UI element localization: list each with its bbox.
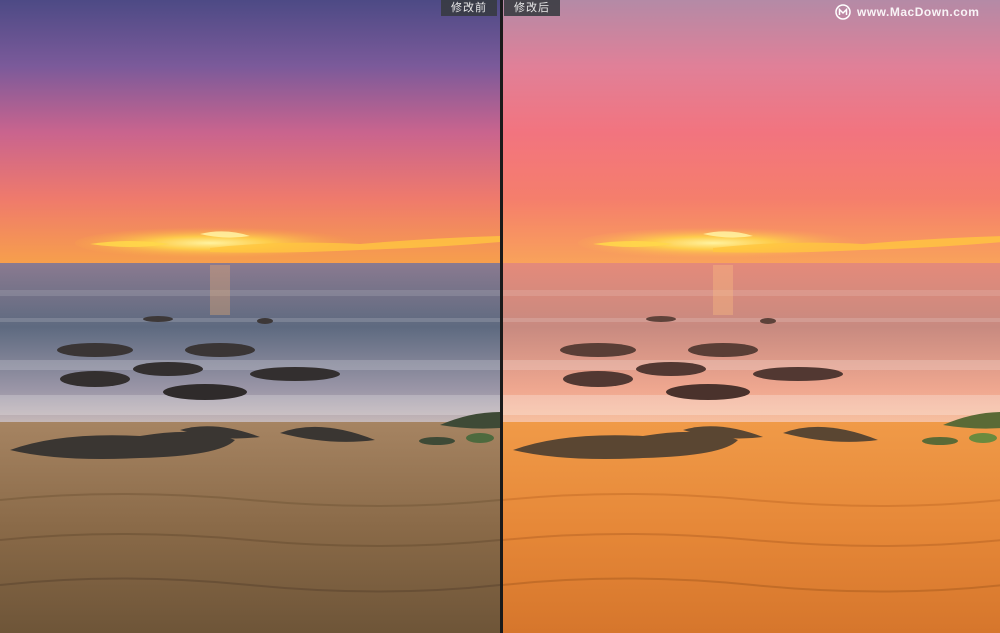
watermark-text: www.MacDown.com xyxy=(857,5,980,19)
before-after-comparison: 修改前 修改后 www.MacDown.com xyxy=(0,0,1000,633)
after-label: 修改后 xyxy=(504,0,560,16)
before-label: 修改前 xyxy=(441,0,497,16)
before-photo xyxy=(0,0,500,633)
macdown-logo-icon xyxy=(835,4,851,20)
beach-sunset-before-image xyxy=(0,0,500,633)
beach-sunset-after-image xyxy=(503,0,1000,633)
macdown-watermark: www.MacDown.com xyxy=(835,3,979,21)
after-photo xyxy=(503,0,1000,633)
